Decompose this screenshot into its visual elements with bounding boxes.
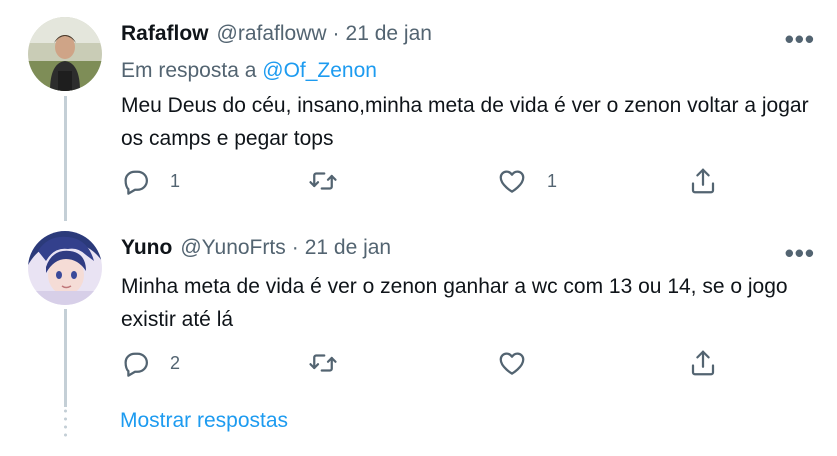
thread-line: [64, 96, 67, 221]
reply-icon: [120, 166, 150, 196]
reply-icon: [120, 348, 150, 378]
heart-icon: [497, 348, 527, 378]
like-count: 1: [547, 170, 558, 191]
thread-dotted-line: [64, 407, 67, 439]
heart-icon: [497, 166, 527, 196]
user-handle[interactable]: @YunoFrts: [180, 236, 285, 260]
reply-button[interactable]: 1: [120, 163, 180, 199]
retweet-button[interactable]: [308, 345, 358, 381]
timestamp[interactable]: 21 de jan: [305, 236, 391, 260]
like-button[interactable]: 1: [497, 163, 557, 199]
avatar[interactable]: [28, 231, 102, 305]
more-options-icon[interactable]: •••: [785, 26, 815, 52]
retweet-icon: [308, 166, 338, 196]
retweet-button[interactable]: [308, 163, 358, 199]
reply-count: 1: [170, 170, 181, 191]
tweet-1[interactable]: Rafaflow @rafafloww · 21 de jan ••• Em r…: [0, 0, 837, 221]
tweet-text: Meu Deus do céu, insano,minha meta de vi…: [121, 94, 809, 150]
tweet-header: Yuno @YunoFrts · 21 de jan: [121, 233, 391, 263]
show-replies-link[interactable]: Mostrar respostas: [120, 409, 288, 433]
reply-button[interactable]: 2: [120, 345, 180, 381]
like-button[interactable]: [497, 345, 547, 381]
tweet-text: Minha meta de vida é ver o zenon ganhar …: [121, 275, 788, 331]
avatar[interactable]: [28, 17, 102, 91]
display-name[interactable]: Rafaflow: [121, 22, 209, 46]
user-handle[interactable]: @rafafloww: [217, 22, 327, 46]
display-name[interactable]: Yuno: [121, 236, 172, 260]
reply-to-line: Em resposta a @Of_Zenon: [121, 59, 377, 83]
reply-count: 2: [170, 352, 181, 373]
reply-to-prefix: Em resposta a: [121, 59, 257, 82]
separator: ·: [332, 22, 340, 45]
share-button[interactable]: [688, 345, 718, 381]
reply-to-mention[interactable]: @Of_Zenon: [262, 59, 377, 82]
retweet-icon: [308, 348, 338, 378]
tweet-2[interactable]: Yuno @YunoFrts · 21 de jan ••• Minha met…: [0, 215, 837, 407]
share-icon: [688, 166, 718, 196]
share-icon: [688, 348, 718, 378]
more-options-icon[interactable]: •••: [785, 240, 815, 266]
thread-line: [64, 309, 67, 407]
tweet-header: Rafaflow @rafafloww · 21 de jan: [121, 19, 432, 49]
timestamp[interactable]: 21 de jan: [346, 22, 432, 46]
share-button[interactable]: [688, 163, 718, 199]
separator: ·: [291, 236, 299, 259]
